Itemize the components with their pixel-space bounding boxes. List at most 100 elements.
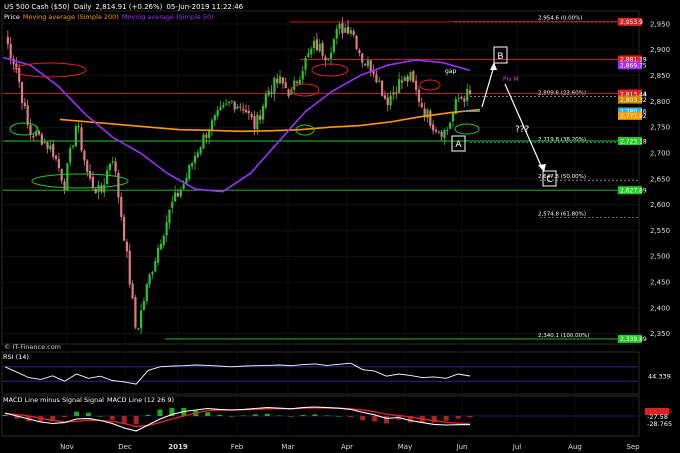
macd-histogram-bar <box>240 415 246 417</box>
candle-body <box>105 170 109 184</box>
candle-body <box>278 76 282 84</box>
macd-histogram-bar <box>205 412 211 416</box>
candle-body <box>94 189 97 193</box>
candle-body <box>264 94 267 108</box>
candle-body <box>43 141 46 144</box>
candle-body <box>171 201 174 208</box>
macd-histogram-bar <box>300 414 306 416</box>
candle-body <box>346 26 350 34</box>
month-label: Apr <box>341 443 353 451</box>
candle-body <box>389 95 392 106</box>
question-label: ??? <box>515 125 530 135</box>
candle-body <box>230 100 233 102</box>
macd-histogram-bar <box>348 416 354 418</box>
candle-body <box>100 185 103 192</box>
candle-body <box>261 106 265 120</box>
price-tick-label: 2,600 <box>650 201 670 209</box>
price-tick-label: 2,650 <box>650 175 670 183</box>
candle-body <box>242 108 245 111</box>
candle-body <box>386 97 389 106</box>
macd-histogram-bar <box>85 412 91 416</box>
macd-histogram-bar <box>157 409 163 416</box>
macd-histogram-bar <box>384 416 390 424</box>
candle-body <box>168 209 171 223</box>
month-label: Nov <box>60 443 74 451</box>
chart-legend: Price Moving average (Simple 200) Moving a… <box>4 13 214 21</box>
macd-histogram-bar <box>252 414 258 416</box>
candle-body <box>449 122 452 129</box>
candle-body <box>134 297 137 328</box>
month-label: Aug <box>568 443 582 451</box>
fib-level-label: 2,574.8 (61.80%) <box>538 212 586 218</box>
wave-c-label: C <box>546 175 552 185</box>
candle-body <box>114 161 117 172</box>
candle-body <box>210 120 214 131</box>
candle-body <box>69 148 72 163</box>
candle-body <box>54 155 58 159</box>
candle-body <box>463 98 466 102</box>
macd-histogram-bar <box>145 414 151 416</box>
macd-histogram-bar <box>443 416 449 421</box>
candle-body <box>440 131 443 137</box>
candle-body <box>395 92 398 94</box>
candle-body <box>267 90 270 96</box>
candle-body <box>398 79 401 94</box>
candle-body <box>40 134 43 145</box>
candle-body <box>18 68 21 82</box>
candle-body <box>9 44 12 59</box>
candle-body <box>392 92 395 95</box>
candle-body <box>191 163 194 167</box>
candle-body <box>324 56 327 61</box>
candle-body <box>415 80 418 90</box>
candle-body <box>159 243 163 250</box>
legend-ma200: Moving average (Simple 200) <box>23 13 119 21</box>
candle-body <box>352 31 355 36</box>
macd-histogram-bar <box>264 413 270 416</box>
macd-histogram-bar <box>455 416 461 419</box>
macd-histogram-bar <box>360 416 366 421</box>
candle-body <box>202 134 205 149</box>
candle-body <box>154 261 157 272</box>
month-label: Jul <box>512 443 522 451</box>
candle-body <box>74 126 77 147</box>
candle-body <box>213 115 216 121</box>
candle-body <box>298 79 301 85</box>
fib-level-label: 2,647.3 (50.00%) <box>538 174 586 180</box>
candle-body <box>208 131 211 138</box>
price-badge-label: 2,723.18 <box>620 138 647 145</box>
candle-body <box>80 127 83 151</box>
candle-body <box>400 80 404 83</box>
fib-level-label: 2,954.6 (0.00%) <box>538 16 583 22</box>
candle-body <box>301 71 304 80</box>
candle-body <box>310 48 313 55</box>
candle-body <box>378 80 381 82</box>
candle-body <box>363 63 367 66</box>
macd-histogram-bar <box>229 416 235 417</box>
macd-histogram-bar <box>312 414 318 416</box>
wave-a-label: A <box>455 140 462 150</box>
macd-title-2: MACD Line (12 26 9) <box>107 396 174 404</box>
candle-body <box>312 40 316 48</box>
price-tick-label: 2,450 <box>650 279 670 287</box>
candle-body <box>468 90 472 94</box>
candle-body <box>137 327 140 329</box>
candle-body <box>318 43 321 52</box>
candle-body <box>222 105 225 108</box>
candle-body <box>193 155 197 164</box>
candle-body <box>128 250 131 285</box>
fib-level-label: 2,719.8 (38.20%) <box>538 137 586 143</box>
candle-body <box>63 181 66 191</box>
candle-body <box>372 71 375 75</box>
chart-canvas: 2,954.6 (0.00%)2,809.6 (23.60%)2,719.8 (… <box>0 0 680 453</box>
price-tick-label: 2,700 <box>650 149 670 157</box>
candle-body <box>412 71 415 82</box>
candle-body <box>131 283 134 299</box>
chart-header: US 500 Cash ($50) Daily 2,814.91 (+0.26%) 0… <box>4 3 244 11</box>
candle-body <box>199 147 202 154</box>
candle-body <box>236 106 239 109</box>
candle-body <box>284 82 287 89</box>
candle-body <box>120 196 123 218</box>
candle-body <box>293 80 296 90</box>
price-tick-label: 2,500 <box>650 253 670 261</box>
candle-body <box>6 36 9 44</box>
